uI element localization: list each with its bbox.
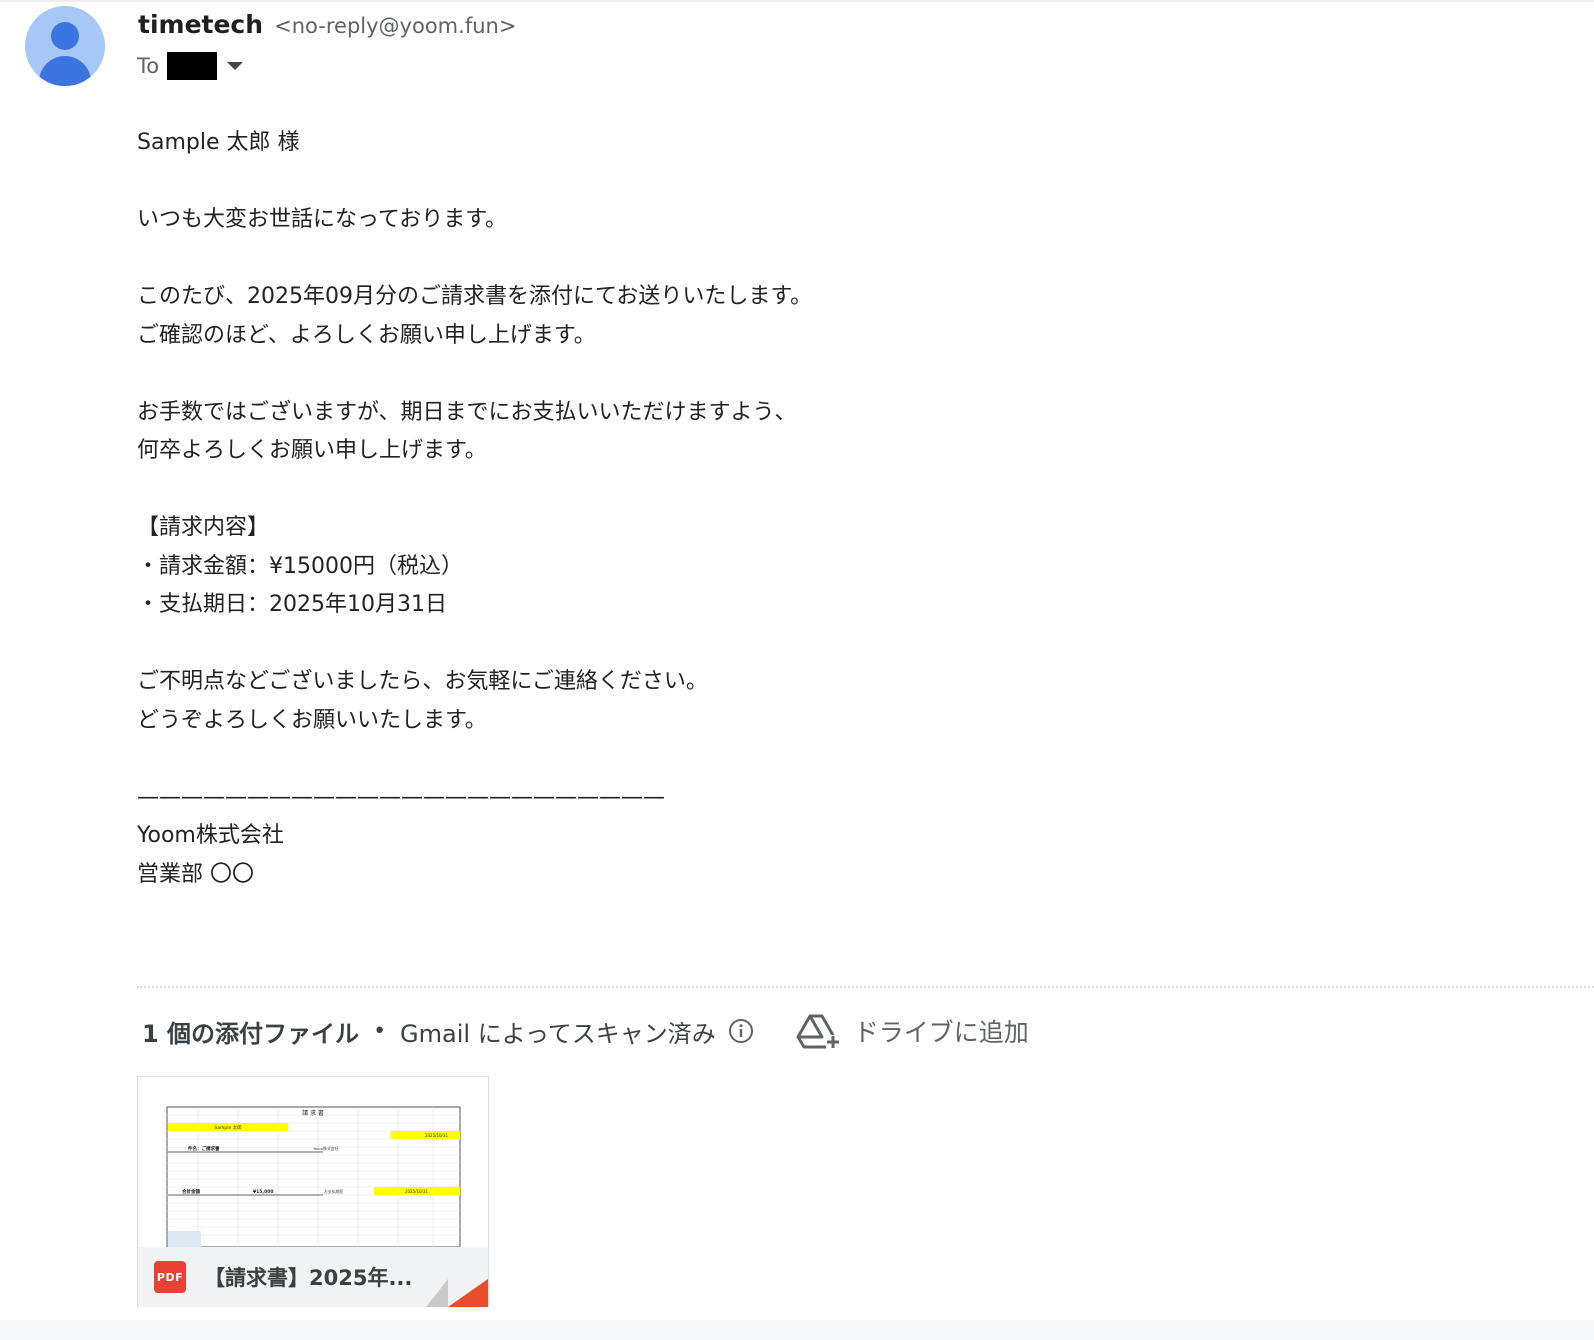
thumb-due-label: お支払期限 — [324, 1189, 343, 1194]
page-fold-corner — [448, 1279, 488, 1307]
thumb-total-value: ¥15,000 — [253, 1189, 274, 1195]
body-line: いつも大変お世話になっております。 — [137, 207, 508, 232]
add-to-drive-label: ドライブに追加 — [853, 1018, 1029, 1047]
body-blank-line — [137, 625, 1037, 664]
thumb-due-value: 2025/10/31 — [405, 1189, 429, 1194]
add-to-drive-button[interactable]: ドライブに追加 — [796, 1011, 1029, 1051]
invoice-preview: 請 求 書 Sample 太郎 2025/10/31 件名：ご請求書 Yoom株… — [166, 1106, 461, 1248]
attachment-thumbnail: 請 求 書 Sample 太郎 2025/10/31 件名：ご請求書 Yoom株… — [138, 1077, 488, 1248]
bottom-background — [0, 1320, 1594, 1340]
attachments-divider — [137, 986, 1594, 988]
attachment-filename[interactable]: 【請求書】2025年... — [204, 1262, 412, 1292]
attachments-header: 1 個の添付ファイル • Gmail によってスキャン済み ドライブに追加 — [142, 1008, 1029, 1054]
pdf-icon: PDF — [154, 1261, 186, 1293]
sender-name[interactable]: timetech — [138, 10, 263, 39]
body-line: このたび、2025年09月分のご請求書を添付にてお送りいたします。 — [137, 284, 813, 309]
message-body: Sample 太郎 様 いつも大変お世話になっております。 このたび、2025年… — [137, 124, 1037, 894]
body-line: ご確認のほど、よろしくお願い申し上げます。 — [137, 322, 596, 348]
attachment-card[interactable]: 請 求 書 Sample 太郎 2025/10/31 件名：ご請求書 Yoom株… — [137, 1076, 489, 1307]
invoice-details-heading: 【請求内容】 — [137, 515, 270, 540]
invoice-amount-line: ・請求金額：¥15000円（税込） — [137, 553, 463, 579]
body-line-greeting: Sample 太郎 様 — [137, 130, 300, 155]
thumb-client: Sample 太郎 — [214, 1124, 242, 1131]
body-blank-line — [137, 471, 1037, 510]
signature-company: Yoom株式会社 — [137, 823, 284, 848]
body-blank-line — [137, 163, 1037, 202]
sender-line: timetech <no-reply@yoom.fun> — [138, 8, 516, 45]
avatar-head-shape — [51, 22, 79, 50]
drive-add-icon — [796, 1014, 840, 1049]
thumb-company: Yoom株式会社 — [313, 1146, 339, 1151]
thumb-title: 請 求 書 — [302, 1109, 324, 1117]
avatar-body-shape — [39, 56, 91, 86]
sender-avatar[interactable] — [25, 6, 105, 86]
recipient-line: To — [137, 50, 244, 82]
attachment-footer: PDF 【請求書】2025年... — [138, 1247, 488, 1307]
body-line: ご不明点などございましたら、お気軽にご連絡ください。 — [137, 669, 708, 694]
body-line: どうぞよろしくお願いいたします。 — [137, 707, 487, 733]
sender-email: <no-reply@yoom.fun> — [274, 14, 517, 38]
body-blank-line — [137, 355, 1037, 394]
redacted-recipient — [167, 52, 218, 80]
to-label: To — [137, 54, 160, 78]
separator-dot: • — [373, 1018, 387, 1044]
thumb-subject: 件名：ご請求書 — [188, 1145, 220, 1152]
chevron-down-icon[interactable] — [227, 62, 244, 70]
body-blank-line — [137, 240, 1037, 279]
attachment-count: 1 個の添付ファイル — [142, 1019, 360, 1048]
page-fold-shadow — [426, 1279, 448, 1307]
body-line: お手数ではございますが、期日までにお支払いいただけますよう、 — [137, 399, 797, 425]
signature-department: 営業部 〇〇 — [137, 861, 254, 887]
signature-divider: ———————————————————————— — [137, 784, 665, 810]
body-line: 何卒よろしくお願い申し上げます。 — [137, 438, 487, 463]
thumb-date: 2025/10/31 — [425, 1133, 449, 1138]
info-icon[interactable] — [728, 1018, 754, 1044]
email-view: timetech <no-reply@yoom.fun> To Sample 太… — [0, 0, 1594, 1320]
body-blank-line — [137, 740, 1037, 779]
invoice-due-line: ・支払期日：2025年10月31日 — [137, 592, 447, 617]
scan-status: Gmail によってスキャン済み — [400, 1019, 716, 1048]
thumb-total-label: 合計金額 — [182, 1188, 200, 1195]
top-divider — [0, 0, 1594, 2]
